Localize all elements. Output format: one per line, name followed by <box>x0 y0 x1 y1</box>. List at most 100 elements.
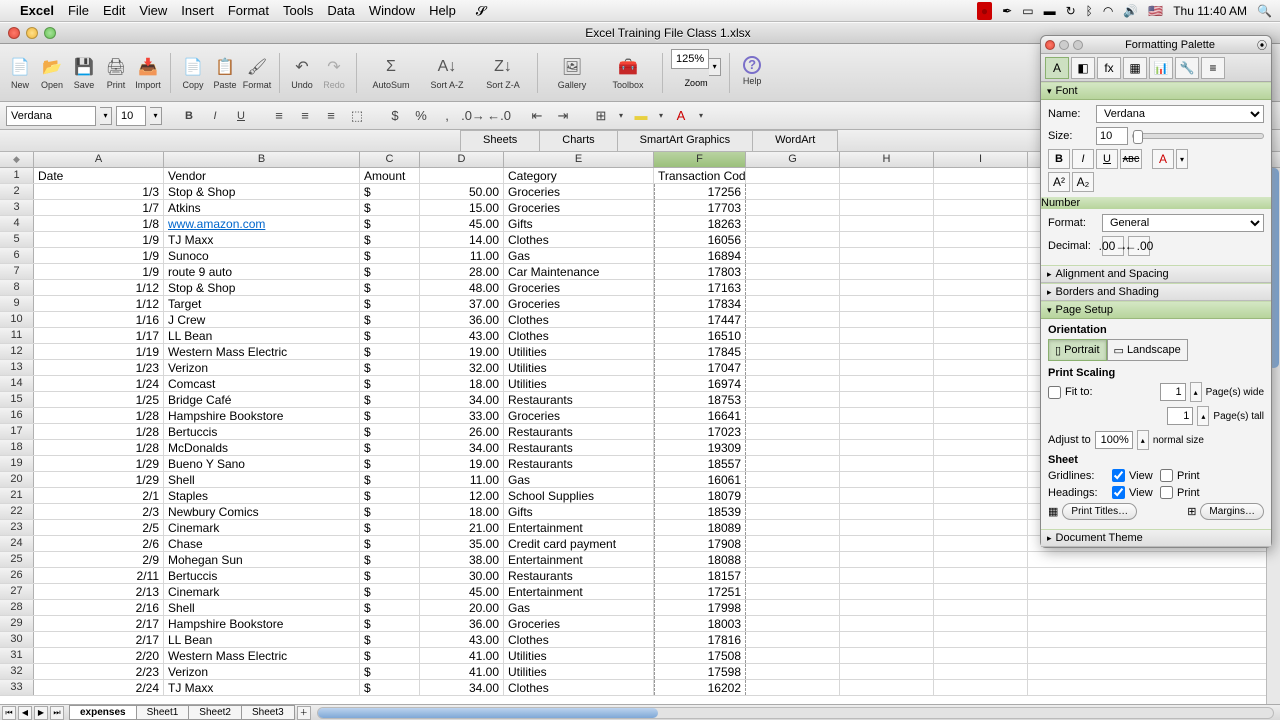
cell[interactable] <box>746 296 840 311</box>
cell[interactable]: Chase <box>164 536 360 551</box>
row-header[interactable]: 30 <box>0 632 34 647</box>
cell[interactable]: Shell <box>164 472 360 487</box>
cell[interactable]: Comcast <box>164 376 360 391</box>
row-header[interactable]: 16 <box>0 408 34 423</box>
cell[interactable]: 17256 <box>654 184 746 199</box>
cell[interactable]: Mohegan Sun <box>164 552 360 567</box>
bluetooth-icon[interactable]: ᛒ <box>1086 4 1093 18</box>
cell[interactable] <box>840 376 934 391</box>
cell[interactable]: 1/16 <box>34 312 164 327</box>
cell[interactable]: Gas <box>504 472 654 487</box>
cell[interactable]: Staples <box>164 488 360 503</box>
cell[interactable] <box>934 168 1028 183</box>
cell[interactable] <box>934 648 1028 663</box>
cell[interactable]: 45.00 <box>420 584 504 599</box>
cell[interactable]: 11.00 <box>420 472 504 487</box>
cell[interactable]: Entertainment <box>504 552 654 567</box>
cell[interactable]: $ <box>360 536 420 551</box>
cell[interactable]: 18089 <box>654 520 746 535</box>
cell[interactable]: 18079 <box>654 488 746 503</box>
cell[interactable] <box>840 536 934 551</box>
cell[interactable] <box>934 504 1028 519</box>
cell[interactable]: 43.00 <box>420 632 504 647</box>
zoom-window-button[interactable] <box>44 27 56 39</box>
save-button[interactable]: 💾Save <box>70 54 98 92</box>
cell[interactable]: Utilities <box>504 360 654 375</box>
cell[interactable] <box>746 680 840 695</box>
cell[interactable] <box>746 232 840 247</box>
cell[interactable]: Utilities <box>504 344 654 359</box>
cell[interactable]: $ <box>360 456 420 471</box>
cell[interactable]: 2/17 <box>34 632 164 647</box>
cell[interactable]: 36.00 <box>420 312 504 327</box>
cell[interactable] <box>746 520 840 535</box>
cell[interactable] <box>840 648 934 663</box>
palette-chart-icon[interactable]: 📊 <box>1149 57 1173 79</box>
menu-data[interactable]: Data <box>327 3 354 18</box>
cell[interactable]: 2/13 <box>34 584 164 599</box>
cell[interactable]: 18.00 <box>420 504 504 519</box>
cell[interactable]: $ <box>360 264 420 279</box>
minimize-window-button[interactable] <box>26 27 38 39</box>
sheet-tab-expenses[interactable]: expenses <box>69 705 137 720</box>
headings-print-checkbox[interactable] <box>1160 486 1173 499</box>
cell[interactable]: Groceries <box>504 200 654 215</box>
menu-window[interactable]: Window <box>369 3 415 18</box>
cell[interactable]: McDonalds <box>164 440 360 455</box>
cell[interactable]: $ <box>360 184 420 199</box>
redo-button[interactable]: ↷Redo <box>320 54 348 92</box>
cell[interactable]: 16894 <box>654 248 746 263</box>
cell[interactable]: 34.00 <box>420 680 504 695</box>
increase-indent-button[interactable]: ⇥ <box>552 105 574 127</box>
cell[interactable] <box>934 584 1028 599</box>
cell[interactable]: 12.00 <box>420 488 504 503</box>
cell[interactable] <box>746 264 840 279</box>
palette-minimize-button[interactable] <box>1059 40 1069 50</box>
cell[interactable]: 18753 <box>654 392 746 407</box>
cell[interactable]: Clothes <box>504 680 654 695</box>
volume-icon[interactable]: 🔊 <box>1123 4 1138 18</box>
percent-button[interactable]: % <box>410 105 432 127</box>
comma-button[interactable]: , <box>436 105 458 127</box>
row-header[interactable]: 7 <box>0 264 34 279</box>
adjust-stepper[interactable]: ▴ <box>1137 430 1149 450</box>
cell[interactable]: $ <box>360 296 420 311</box>
palette-data-icon[interactable]: ▦ <box>1123 57 1147 79</box>
cell[interactable]: 18088 <box>654 552 746 567</box>
gallery-button[interactable]: 🖼Gallery <box>546 54 598 92</box>
cell[interactable]: $ <box>360 616 420 631</box>
row-header[interactable]: 29 <box>0 616 34 631</box>
cell[interactable]: $ <box>360 664 420 679</box>
cell[interactable]: Restaurants <box>504 392 654 407</box>
cell[interactable]: 19309 <box>654 440 746 455</box>
palette-format-icon[interactable]: A <box>1045 57 1069 79</box>
cell[interactable]: Gifts <box>504 504 654 519</box>
cell[interactable]: 18003 <box>654 616 746 631</box>
cell[interactable] <box>746 632 840 647</box>
cell[interactable]: $ <box>360 600 420 615</box>
cell[interactable] <box>934 424 1028 439</box>
cell[interactable] <box>746 360 840 375</box>
cell[interactable]: 17803 <box>654 264 746 279</box>
timemachine-icon[interactable]: ↻ <box>1066 4 1076 18</box>
cell[interactable] <box>840 232 934 247</box>
cell[interactable]: 32.00 <box>420 360 504 375</box>
cell[interactable]: 16641 <box>654 408 746 423</box>
menu-format[interactable]: Format <box>228 3 269 18</box>
cell[interactable]: 2/24 <box>34 680 164 695</box>
cell[interactable] <box>746 424 840 439</box>
increase-decimal-button[interactable]: .0→ <box>462 105 484 127</box>
cell[interactable]: Atkins <box>164 200 360 215</box>
cell[interactable]: Gifts <box>504 216 654 231</box>
cell[interactable]: 2/16 <box>34 600 164 615</box>
align-center-button[interactable]: ≡ <box>294 105 316 127</box>
cell[interactable] <box>746 328 840 343</box>
borders-button[interactable]: ⊞ <box>590 105 612 127</box>
cell[interactable] <box>840 552 934 567</box>
cell[interactable] <box>840 488 934 503</box>
cell[interactable]: $ <box>360 648 420 663</box>
battery-icon[interactable]: ▬ <box>1044 4 1056 18</box>
borders-dropdown-icon[interactable]: ▾ <box>616 105 626 127</box>
tab-nav-next[interactable]: ▶ <box>34 706 48 720</box>
cell[interactable]: TJ Maxx <box>164 232 360 247</box>
